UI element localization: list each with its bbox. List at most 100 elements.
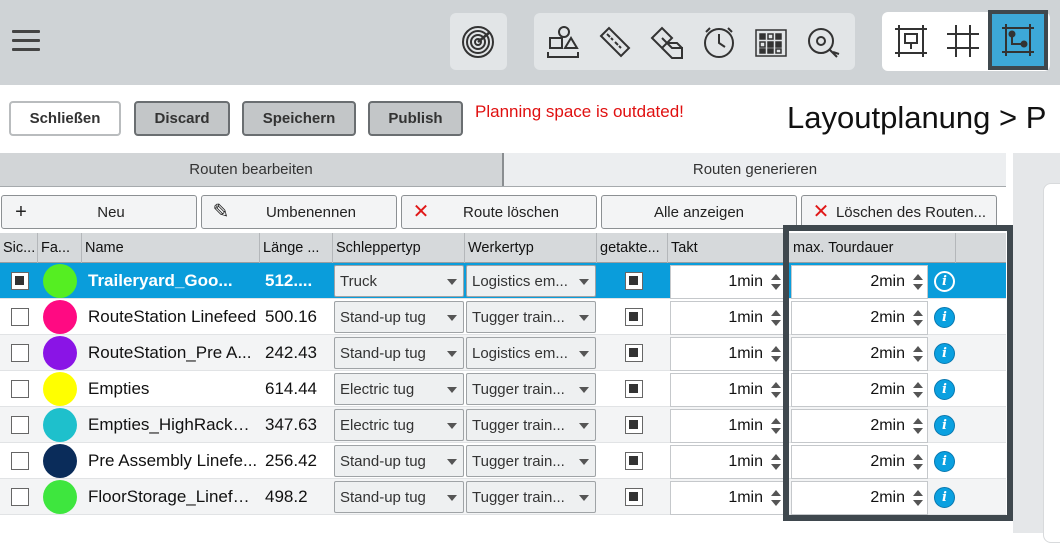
header-takt[interactable]: Takt [668,233,786,263]
spin-down-icon[interactable] [913,356,923,362]
header-length[interactable]: Länge ... [260,233,333,263]
spin-down-icon[interactable] [771,284,781,290]
max-tour-spinbox[interactable]: 2min [791,445,928,479]
visible-checkbox[interactable] [11,344,29,362]
clock-icon[interactable] [694,13,744,70]
route-color-swatch[interactable] [43,372,77,406]
route-color-swatch[interactable] [43,264,77,298]
route-color-swatch[interactable] [43,408,77,442]
discard-button[interactable]: Discard [134,101,230,136]
tug-type-select[interactable]: Stand-up tug [334,301,464,333]
visible-checkbox[interactable] [11,416,29,434]
header-tug-type[interactable]: Schleppertyp [333,233,465,263]
ruler-icon[interactable] [590,13,640,70]
table-row[interactable]: RouteStation Linefeed 500.16 Stand-up tug T… [0,299,1006,335]
worker-type-select[interactable]: Logistics em... [466,337,596,369]
tug-type-select[interactable]: Truck [334,265,464,297]
max-tour-spinbox[interactable]: 2min [791,265,928,299]
info-icon[interactable]: i [934,486,955,508]
spin-down-icon[interactable] [771,500,781,506]
tug-type-select[interactable]: Stand-up tug [334,481,464,513]
takt-spinbox[interactable]: 1min [670,481,786,515]
header-clocked[interactable]: getakte... [597,233,668,263]
spin-up-icon[interactable] [771,382,781,388]
takt-spinbox[interactable]: 1min [670,409,786,443]
clocked-checkbox[interactable] [625,344,643,362]
publish-button[interactable]: Publish [368,101,463,136]
spin-up-icon[interactable] [913,310,923,316]
spin-down-icon[interactable] [771,356,781,362]
takt-spinbox[interactable]: 1min [670,373,786,407]
spin-down-icon[interactable] [913,284,923,290]
route-color-swatch[interactable] [43,480,77,514]
spin-up-icon[interactable] [771,418,781,424]
tab-edit-routes[interactable]: Routen bearbeiten [0,153,504,186]
spin-up-icon[interactable] [913,454,923,460]
spin-up-icon[interactable] [913,490,923,496]
tug-type-select[interactable]: Electric tug [334,373,464,405]
worker-type-select[interactable]: Tugger train... [466,445,596,477]
spin-up-icon[interactable] [913,382,923,388]
max-tour-spinbox[interactable]: 2min [791,337,928,371]
info-icon[interactable]: i [934,342,955,364]
spin-down-icon[interactable] [913,392,923,398]
spin-down-icon[interactable] [913,500,923,506]
menu-icon[interactable] [12,30,40,52]
table-row[interactable]: Traileryard_Goo... 512.... Truck Logistics … [0,263,1006,299]
info-icon[interactable]: i [934,450,955,472]
frame-icon[interactable] [886,12,936,69]
header-visible[interactable]: Sic... [0,233,38,263]
tab-generate-routes[interactable]: Routen generieren [504,153,1006,186]
close-button[interactable]: Schließen [9,101,121,136]
worker-type-select[interactable]: Logistics em... [466,265,596,297]
spin-down-icon[interactable] [913,428,923,434]
spin-up-icon[interactable] [913,418,923,424]
route-color-swatch[interactable] [43,300,77,334]
spin-up-icon[interactable] [913,274,923,280]
search-route-icon[interactable] [798,13,848,70]
spin-down-icon[interactable] [913,320,923,326]
header-worker-type[interactable]: Werkertyp [465,233,597,263]
clocked-checkbox[interactable] [625,416,643,434]
info-icon[interactable]: i [934,414,955,436]
spin-up-icon[interactable] [913,346,923,352]
spin-down-icon[interactable] [771,428,781,434]
save-button[interactable]: Speichern [242,101,356,136]
max-tour-spinbox[interactable]: 2min [791,373,928,407]
clocked-checkbox[interactable] [625,452,643,470]
table-row[interactable]: Empties_HighRackbay 347.63 Electric tug Tug… [0,407,1006,443]
takt-spinbox[interactable]: 1min [670,265,786,299]
table-row[interactable]: RouteStation_Pre A... 242.43 Stand-up tug L… [0,335,1006,371]
info-icon[interactable]: i [934,378,955,400]
max-tour-spinbox[interactable]: 2min [791,481,928,515]
clocked-checkbox[interactable] [625,272,643,290]
worker-type-select[interactable]: Tugger train... [466,481,596,513]
max-tour-spinbox[interactable]: 2min [791,301,928,335]
spin-down-icon[interactable] [771,320,781,326]
spin-down-icon[interactable] [771,392,781,398]
header-color[interactable]: Fa... [38,233,82,263]
visible-checkbox[interactable] [11,452,29,470]
tug-type-select[interactable]: Stand-up tug [334,337,464,369]
max-tour-spinbox[interactable]: 2min [791,409,928,443]
info-icon[interactable]: i [934,270,955,292]
grid-dots-icon[interactable] [746,13,796,70]
spin-down-icon[interactable] [771,464,781,470]
new-route-button[interactable]: + Neu [1,195,197,229]
delete-route-button[interactable]: ✕ Route löschen [401,195,597,229]
route-color-swatch[interactable] [43,336,77,370]
worker-type-select[interactable]: Tugger train... [466,301,596,333]
shapes-icon[interactable] [538,13,588,70]
header-max-tour[interactable]: max. Tourdauer [786,233,956,263]
route-color-swatch[interactable] [43,444,77,478]
spin-up-icon[interactable] [771,274,781,280]
show-all-button[interactable]: Alle anzeigen [601,195,797,229]
tug-type-select[interactable]: Electric tug [334,409,464,441]
header-name[interactable]: Name [82,233,260,263]
clocked-checkbox[interactable] [625,308,643,326]
clocked-checkbox[interactable] [625,488,643,506]
visible-checkbox[interactable] [11,308,29,326]
info-icon[interactable]: i [934,306,955,328]
delete-routes-button[interactable]: ✕ Löschen des Routen... [801,195,997,229]
visible-checkbox[interactable] [11,272,29,290]
